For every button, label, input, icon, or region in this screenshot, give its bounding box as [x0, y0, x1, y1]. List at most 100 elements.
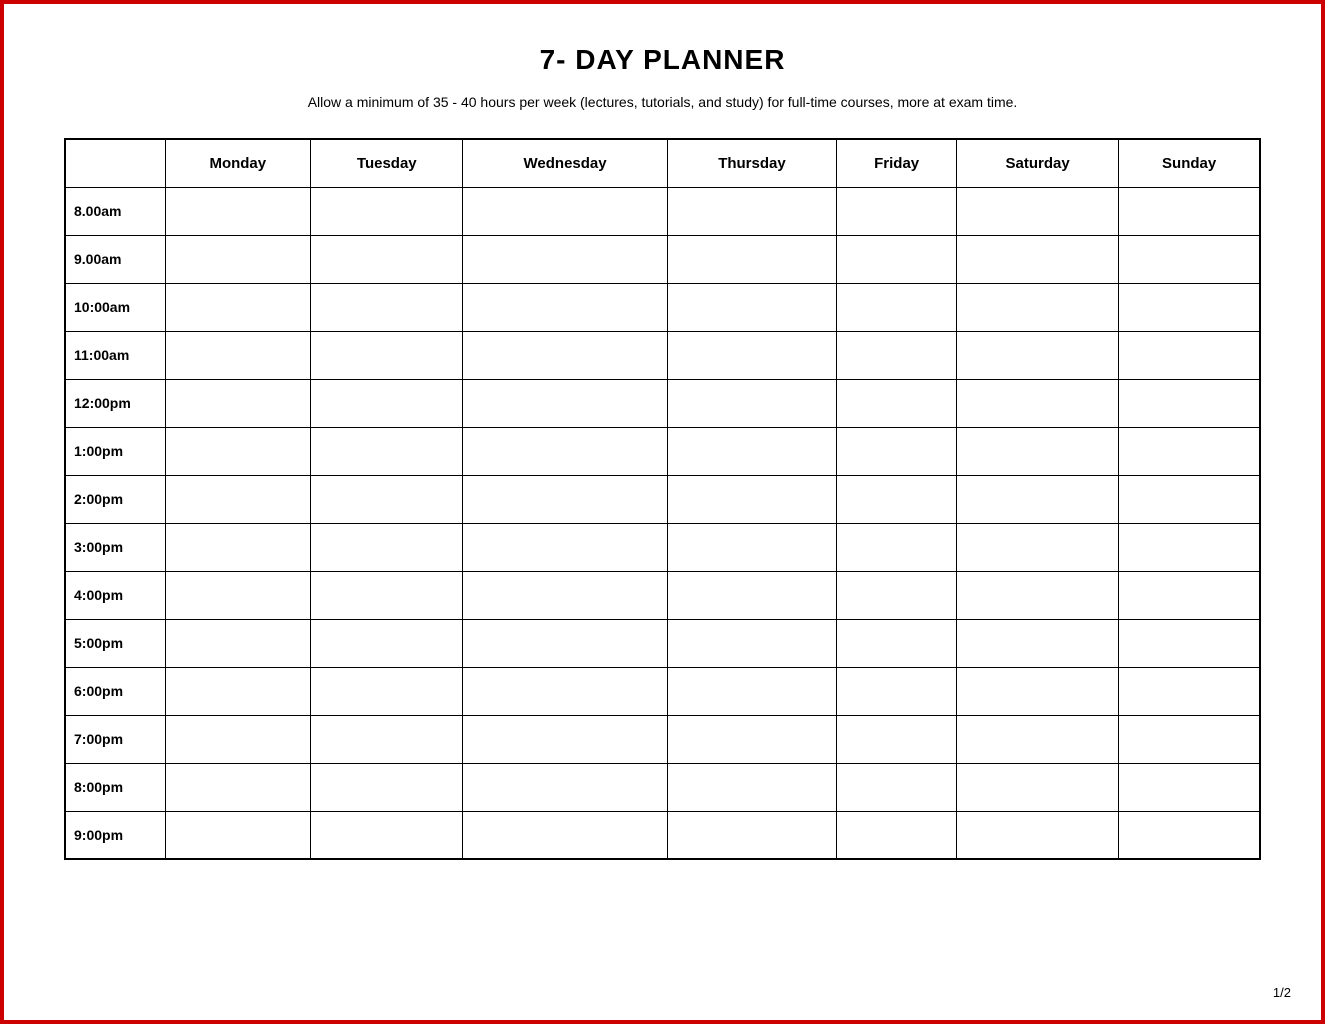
cell-5-3[interactable] [667, 427, 837, 475]
cell-8-1[interactable] [311, 571, 463, 619]
cell-1-4[interactable] [837, 235, 957, 283]
cell-2-5[interactable] [957, 283, 1119, 331]
cell-4-4[interactable] [837, 379, 957, 427]
cell-2-6[interactable] [1119, 283, 1260, 331]
cell-3-0[interactable] [165, 331, 311, 379]
cell-13-4[interactable] [837, 811, 957, 859]
cell-0-6[interactable] [1119, 187, 1260, 235]
cell-8-3[interactable] [667, 571, 837, 619]
cell-6-2[interactable] [463, 475, 667, 523]
cell-7-0[interactable] [165, 523, 311, 571]
cell-10-6[interactable] [1119, 667, 1260, 715]
cell-13-6[interactable] [1119, 811, 1260, 859]
cell-11-6[interactable] [1119, 715, 1260, 763]
cell-11-5[interactable] [957, 715, 1119, 763]
cell-4-6[interactable] [1119, 379, 1260, 427]
cell-8-2[interactable] [463, 571, 667, 619]
cell-12-2[interactable] [463, 763, 667, 811]
cell-7-6[interactable] [1119, 523, 1260, 571]
cell-6-4[interactable] [837, 475, 957, 523]
cell-10-5[interactable] [957, 667, 1119, 715]
cell-11-3[interactable] [667, 715, 837, 763]
cell-5-4[interactable] [837, 427, 957, 475]
cell-12-4[interactable] [837, 763, 957, 811]
cell-4-5[interactable] [957, 379, 1119, 427]
cell-1-2[interactable] [463, 235, 667, 283]
cell-9-6[interactable] [1119, 619, 1260, 667]
cell-1-0[interactable] [165, 235, 311, 283]
cell-10-0[interactable] [165, 667, 311, 715]
cell-2-2[interactable] [463, 283, 667, 331]
cell-0-1[interactable] [311, 187, 463, 235]
cell-13-5[interactable] [957, 811, 1119, 859]
cell-6-3[interactable] [667, 475, 837, 523]
cell-5-6[interactable] [1119, 427, 1260, 475]
cell-13-3[interactable] [667, 811, 837, 859]
cell-0-0[interactable] [165, 187, 311, 235]
cell-12-6[interactable] [1119, 763, 1260, 811]
cell-1-3[interactable] [667, 235, 837, 283]
cell-10-2[interactable] [463, 667, 667, 715]
cell-9-3[interactable] [667, 619, 837, 667]
cell-5-1[interactable] [311, 427, 463, 475]
cell-1-1[interactable] [311, 235, 463, 283]
cell-12-3[interactable] [667, 763, 837, 811]
cell-1-6[interactable] [1119, 235, 1260, 283]
cell-7-5[interactable] [957, 523, 1119, 571]
cell-9-2[interactable] [463, 619, 667, 667]
cell-6-1[interactable] [311, 475, 463, 523]
cell-7-3[interactable] [667, 523, 837, 571]
cell-12-0[interactable] [165, 763, 311, 811]
cell-10-1[interactable] [311, 667, 463, 715]
cell-2-0[interactable] [165, 283, 311, 331]
cell-3-4[interactable] [837, 331, 957, 379]
cell-13-1[interactable] [311, 811, 463, 859]
cell-12-5[interactable] [957, 763, 1119, 811]
cell-3-1[interactable] [311, 331, 463, 379]
cell-11-1[interactable] [311, 715, 463, 763]
cell-5-0[interactable] [165, 427, 311, 475]
cell-5-2[interactable] [463, 427, 667, 475]
cell-8-4[interactable] [837, 571, 957, 619]
cell-4-3[interactable] [667, 379, 837, 427]
cell-8-5[interactable] [957, 571, 1119, 619]
cell-0-4[interactable] [837, 187, 957, 235]
cell-3-3[interactable] [667, 331, 837, 379]
cell-1-5[interactable] [957, 235, 1119, 283]
cell-3-6[interactable] [1119, 331, 1260, 379]
cell-0-2[interactable] [463, 187, 667, 235]
cell-9-0[interactable] [165, 619, 311, 667]
table-row: 6:00pm [65, 667, 1260, 715]
cell-9-5[interactable] [957, 619, 1119, 667]
cell-12-1[interactable] [311, 763, 463, 811]
cell-3-5[interactable] [957, 331, 1119, 379]
cell-10-3[interactable] [667, 667, 837, 715]
cell-6-0[interactable] [165, 475, 311, 523]
cell-4-1[interactable] [311, 379, 463, 427]
cell-0-3[interactable] [667, 187, 837, 235]
cell-8-0[interactable] [165, 571, 311, 619]
cell-5-5[interactable] [957, 427, 1119, 475]
cell-11-4[interactable] [837, 715, 957, 763]
cell-7-4[interactable] [837, 523, 957, 571]
cell-10-4[interactable] [837, 667, 957, 715]
cell-2-1[interactable] [311, 283, 463, 331]
cell-0-5[interactable] [957, 187, 1119, 235]
cell-9-4[interactable] [837, 619, 957, 667]
cell-2-3[interactable] [667, 283, 837, 331]
cell-4-0[interactable] [165, 379, 311, 427]
cell-11-0[interactable] [165, 715, 311, 763]
cell-13-2[interactable] [463, 811, 667, 859]
cell-6-5[interactable] [957, 475, 1119, 523]
cell-4-2[interactable] [463, 379, 667, 427]
cell-3-2[interactable] [463, 331, 667, 379]
cell-8-6[interactable] [1119, 571, 1260, 619]
cell-6-6[interactable] [1119, 475, 1260, 523]
cell-13-0[interactable] [165, 811, 311, 859]
cell-11-2[interactable] [463, 715, 667, 763]
cell-7-1[interactable] [311, 523, 463, 571]
cell-9-1[interactable] [311, 619, 463, 667]
cell-7-2[interactable] [463, 523, 667, 571]
header-sunday: Sunday [1119, 139, 1260, 187]
cell-2-4[interactable] [837, 283, 957, 331]
